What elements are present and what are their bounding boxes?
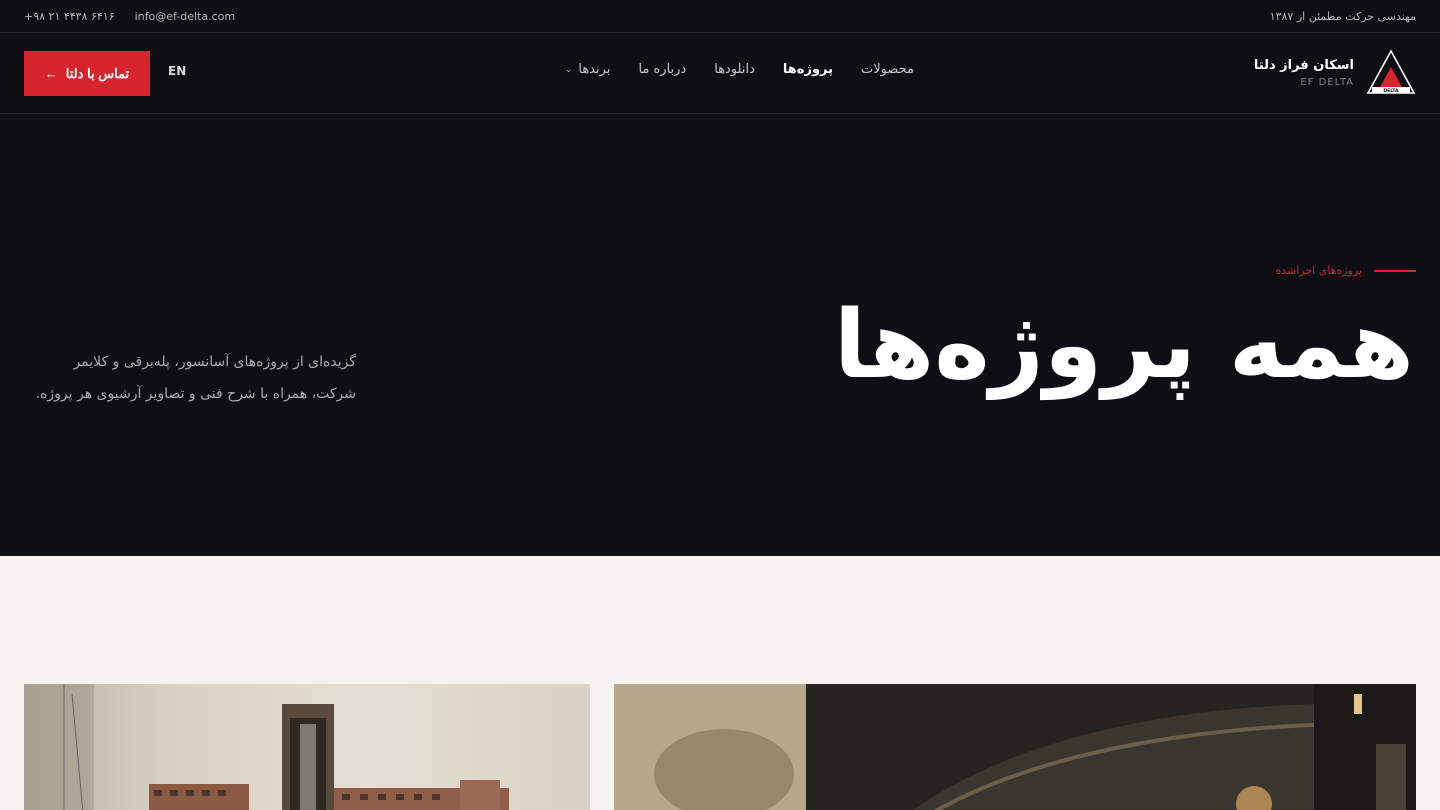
top-info-bar: +۹۸ ۲۱ ۴۴۳۸ ۶۴۱۶ info@ef-delta.com مهندس… xyxy=(0,0,1440,33)
nav-item-brands[interactable]: برندها ⌄ xyxy=(565,62,611,77)
tagline: مهندسی حرکت مطمئن از ۱۳۸۷ xyxy=(1269,9,1416,23)
email-address[interactable]: info@ef-delta.com xyxy=(135,10,236,23)
brand-names: اسکان فراز دلتا EF DELTA xyxy=(1254,58,1354,88)
eyebrow-line xyxy=(1374,269,1416,272)
project-photo-tower xyxy=(24,684,509,810)
nav-item-label: محصولات xyxy=(861,62,914,77)
hero-description: گزیده‌ای از پروژه‌های آسانسور، پله‌برقی … xyxy=(35,354,356,402)
brand-name-en: EF DELTA xyxy=(1300,77,1354,88)
projects-grid xyxy=(0,556,1440,810)
brand-name-fa: اسکان فراز دلتا xyxy=(1253,58,1354,73)
main-nav: محصولات پروژه‌ها دانلودها درباره ما برند… xyxy=(560,62,914,77)
delta-triangle-logo-icon: DELTA xyxy=(1366,49,1416,94)
main-header: تماس با دلتا ← EN محصولات پروژه‌ها دانلو… xyxy=(0,33,1440,114)
project-photo-lobby xyxy=(614,684,1416,810)
logo-text: DELTA xyxy=(1383,88,1399,94)
chevron-down-icon: ⌄ xyxy=(564,64,573,75)
nav-item-projects[interactable]: پروژه‌ها xyxy=(783,62,833,77)
hero-section: پروژه‌های اجراشده همه پروژه‌ها گزیده‌ای … xyxy=(0,114,1440,556)
page-title: همه پروژه‌ها xyxy=(833,291,1414,400)
nav-item-label: برندها xyxy=(578,62,611,77)
phone-number[interactable]: +۹۸ ۲۱ ۴۴۳۸ ۶۴۱۶ xyxy=(24,10,115,23)
eyebrow-label: پروژه‌های اجراشده xyxy=(1275,264,1362,277)
arrow-left-icon: ← xyxy=(44,66,58,81)
top-contacts: +۹۸ ۲۱ ۴۴۳۸ ۶۴۱۶ info@ef-delta.com xyxy=(24,10,235,23)
nav-item-about[interactable]: درباره ما xyxy=(638,62,686,77)
nav-item-downloads[interactable]: دانلودها xyxy=(714,62,755,77)
contact-delta-button[interactable]: تماس با دلتا ← xyxy=(24,51,150,96)
nav-item-label: درباره ما xyxy=(638,62,687,77)
brand-home-link[interactable]: DELTA اسکان فراز دلتا EF DELTA xyxy=(1254,49,1416,97)
language-switch[interactable]: EN xyxy=(168,64,186,78)
hero-eyebrow: پروژه‌های اجراشده xyxy=(1275,264,1416,277)
nav-item-label: پروژه‌ها xyxy=(782,62,833,77)
project-card-image[interactable] xyxy=(614,684,1416,810)
nav-item-label: دانلودها xyxy=(714,62,755,77)
nav-item-products[interactable]: محصولات xyxy=(861,62,914,77)
cta-label: تماس با دلتا xyxy=(65,65,130,81)
project-card-image[interactable] xyxy=(24,684,590,810)
